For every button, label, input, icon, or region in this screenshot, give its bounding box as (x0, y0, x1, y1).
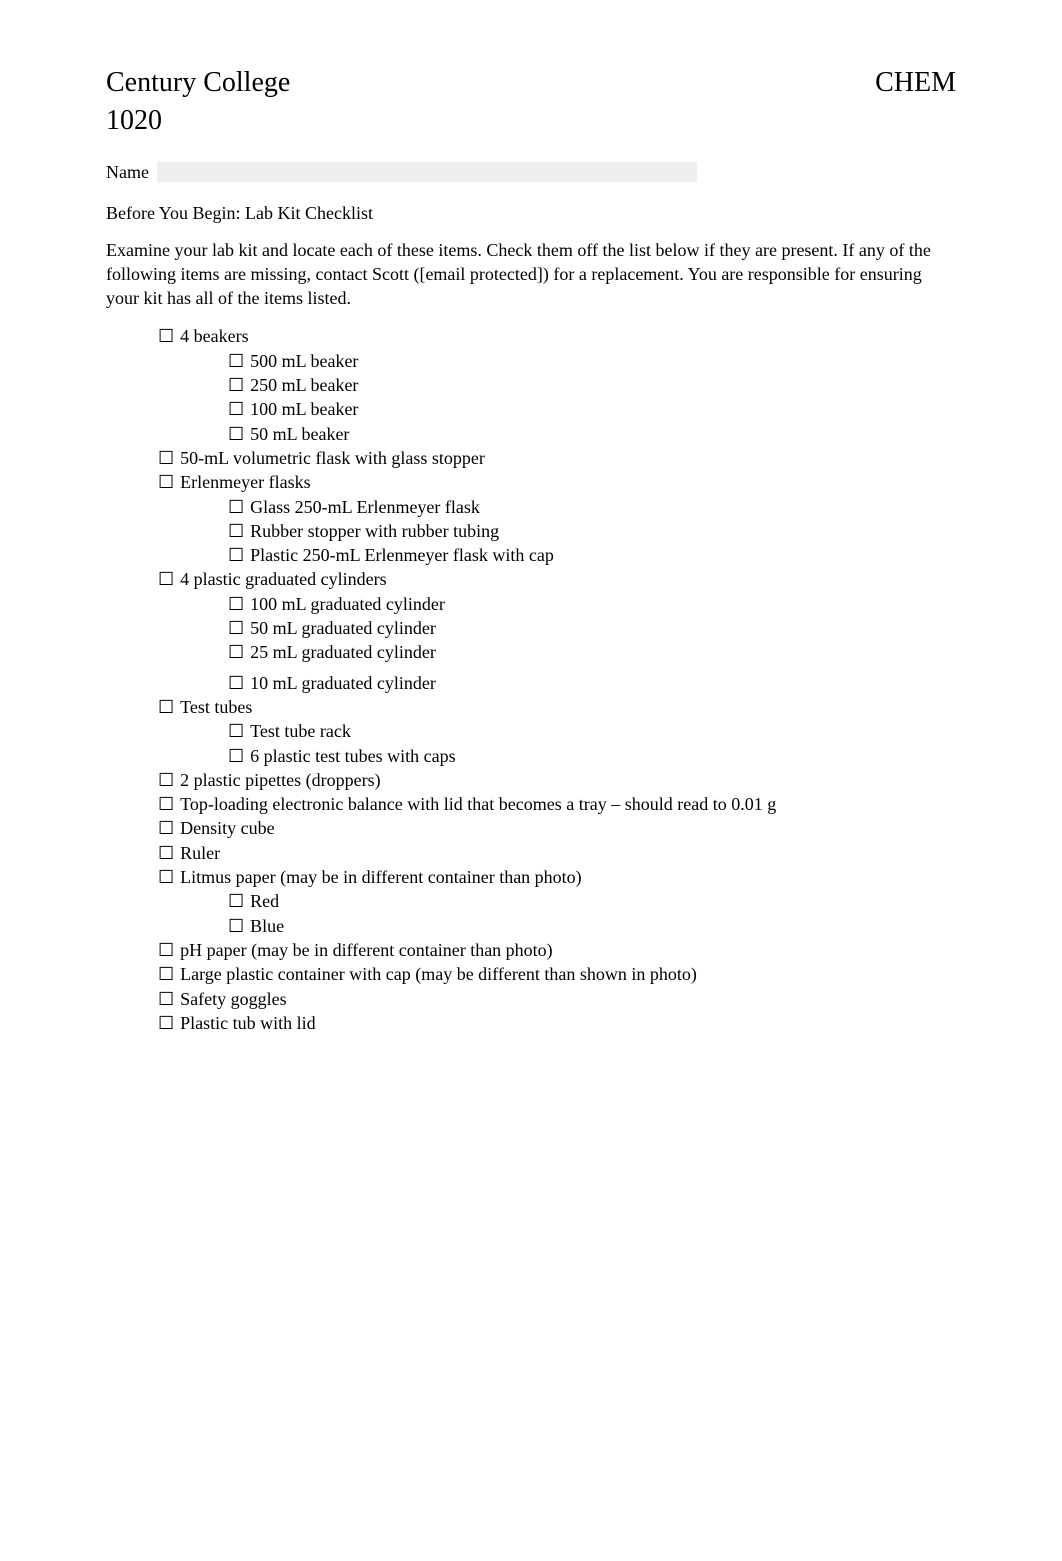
checklist-item-label: 4 plastic graduated cylinders (180, 567, 386, 591)
checklist-item-label: Density cube (180, 816, 274, 840)
checklist-item-label: Plastic tub with lid (180, 1011, 316, 1035)
checkbox-icon[interactable]: ☐ (158, 695, 174, 719)
checkbox-icon[interactable]: ☐ (228, 495, 244, 519)
checklist-item-label: Red (250, 889, 279, 913)
checkbox-icon[interactable]: ☐ (158, 470, 174, 494)
checkbox-icon[interactable]: ☐ (158, 768, 174, 792)
checkbox-icon[interactable]: ☐ (228, 397, 244, 421)
checklist-item-label: Large plastic container with cap (may be… (180, 962, 697, 986)
checklist-item-label: 25 mL graduated cylinder (250, 640, 436, 664)
name-row: Name (106, 158, 956, 183)
checklist-item: ☐Plastic 250-mL Erlenmeyer flask with ca… (106, 543, 956, 567)
checkbox-icon[interactable]: ☐ (158, 841, 174, 865)
checklist-item: ☐100 mL beaker (106, 397, 956, 421)
checklist-item-label: 100 mL beaker (250, 397, 358, 421)
name-redaction (157, 162, 697, 182)
checklist-item-label: Blue (250, 914, 284, 938)
checklist-item: ☐250 mL beaker (106, 373, 956, 397)
checklist-item: ☐Test tube rack (106, 719, 956, 743)
checklist-item: ☐Plastic tub with lid (106, 1011, 956, 1035)
checklist-item-label: 250 mL beaker (250, 373, 358, 397)
checkbox-icon[interactable]: ☐ (228, 616, 244, 640)
checklist-item-label: 10 mL graduated cylinder (250, 671, 436, 695)
checklist: ☐4 beakers☐500 mL beaker☐250 mL beaker☐1… (106, 324, 956, 1035)
checkbox-icon[interactable]: ☐ (158, 865, 174, 889)
checklist-item: ☐50 mL beaker (106, 422, 956, 446)
document-subtitle: Before You Begin: Lab Kit Checklist (106, 203, 956, 224)
checklist-item-label: Rubber stopper with rubber tubing (250, 519, 499, 543)
checklist-item-label: 500 mL beaker (250, 349, 358, 373)
checkbox-icon[interactable]: ☐ (158, 324, 174, 348)
checkbox-icon[interactable]: ☐ (228, 671, 244, 695)
checklist-item-label: 50-mL volumetric flask with glass stoppe… (180, 446, 485, 470)
course-prefix: CHEM (875, 67, 956, 98)
header-right: CHEM (875, 64, 956, 102)
name-label: Name (106, 162, 149, 183)
checklist-item: ☐50-mL volumetric flask with glass stopp… (106, 446, 956, 470)
checklist-item-label: 4 beakers (180, 324, 248, 348)
checkbox-icon[interactable]: ☐ (228, 543, 244, 567)
checklist-item-label: 50 mL beaker (250, 422, 349, 446)
checkbox-icon[interactable]: ☐ (158, 567, 174, 591)
document-header: Century College 1020 CHEM (106, 64, 956, 140)
checklist-item-label: Ruler (180, 841, 220, 865)
checklist-item: ☐Density cube (106, 816, 956, 840)
checklist-item-label: Glass 250-mL Erlenmeyer flask (250, 495, 480, 519)
checkbox-icon[interactable]: ☐ (228, 519, 244, 543)
checklist-item: ☐4 plastic graduated cylinders (106, 567, 956, 591)
checkbox-icon[interactable]: ☐ (228, 592, 244, 616)
checklist-item: ☐Ruler (106, 841, 956, 865)
checklist-item: ☐10 mL graduated cylinder (106, 671, 956, 695)
checkbox-icon[interactable]: ☐ (158, 792, 174, 816)
checklist-item: ☐25 mL graduated cylinder (106, 640, 956, 664)
checklist-item: ☐Top-loading electronic balance with lid… (106, 792, 956, 816)
checkbox-icon[interactable]: ☐ (228, 914, 244, 938)
checkbox-icon[interactable]: ☐ (228, 744, 244, 768)
checkbox-icon[interactable]: ☐ (228, 719, 244, 743)
checklist-item: ☐pH paper (may be in different container… (106, 938, 956, 962)
course-number: 1020 (106, 105, 162, 136)
intro-paragraph: Examine your lab kit and locate each of … (106, 238, 956, 311)
checkbox-icon[interactable]: ☐ (228, 373, 244, 397)
checkbox-icon[interactable]: ☐ (158, 938, 174, 962)
checklist-item: ☐Glass 250-mL Erlenmeyer flask (106, 495, 956, 519)
checklist-item: ☐100 mL graduated cylinder (106, 592, 956, 616)
checkbox-icon[interactable]: ☐ (158, 1011, 174, 1035)
checklist-item-label: Erlenmeyer flasks (180, 470, 310, 494)
checklist-item: ☐Safety goggles (106, 987, 956, 1011)
checkbox-icon[interactable]: ☐ (228, 889, 244, 913)
checkbox-icon[interactable]: ☐ (158, 987, 174, 1011)
checklist-item-label: 50 mL graduated cylinder (250, 616, 436, 640)
checklist-item: ☐Blue (106, 914, 956, 938)
checklist-item: ☐6 plastic test tubes with caps (106, 744, 956, 768)
checklist-item: ☐500 mL beaker (106, 349, 956, 373)
checklist-item-label: Safety goggles (180, 987, 286, 1011)
checkbox-icon[interactable]: ☐ (228, 422, 244, 446)
checklist-item-label: Plastic 250-mL Erlenmeyer flask with cap (250, 543, 554, 567)
header-left: Century College 1020 (106, 64, 290, 140)
checklist-item-label: Top-loading electronic balance with lid … (180, 792, 776, 816)
checklist-item-label: pH paper (may be in different container … (180, 938, 553, 962)
checkbox-icon[interactable]: ☐ (158, 816, 174, 840)
checklist-item: ☐50 mL graduated cylinder (106, 616, 956, 640)
college-name: Century College (106, 67, 290, 98)
checklist-item-label: Test tube rack (250, 719, 351, 743)
checkbox-icon[interactable]: ☐ (228, 349, 244, 373)
checklist-item: ☐4 beakers (106, 324, 956, 348)
checklist-item-label: Litmus paper (may be in different contai… (180, 865, 582, 889)
checklist-item-label: Test tubes (180, 695, 252, 719)
checklist-item: ☐2 plastic pipettes (droppers) (106, 768, 956, 792)
checklist-item: ☐Large plastic container with cap (may b… (106, 962, 956, 986)
checklist-item: ☐Test tubes (106, 695, 956, 719)
checklist-item: ☐Rubber stopper with rubber tubing (106, 519, 956, 543)
checklist-item-label: 6 plastic test tubes with caps (250, 744, 455, 768)
checklist-item: ☐Red (106, 889, 956, 913)
checkbox-icon[interactable]: ☐ (158, 446, 174, 470)
checklist-item-label: 2 plastic pipettes (droppers) (180, 768, 380, 792)
checkbox-icon[interactable]: ☐ (228, 640, 244, 664)
checklist-item-label: 100 mL graduated cylinder (250, 592, 445, 616)
checklist-item: ☐Erlenmeyer flasks (106, 470, 956, 494)
checklist-item: ☐Litmus paper (may be in different conta… (106, 865, 956, 889)
checkbox-icon[interactable]: ☐ (158, 962, 174, 986)
